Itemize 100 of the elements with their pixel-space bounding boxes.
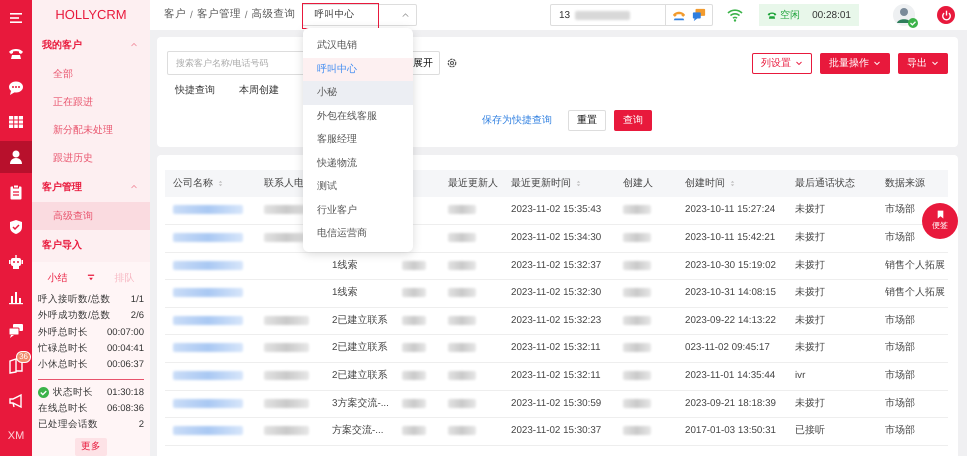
clipboard-icon <box>8 184 24 200</box>
action-button[interactable]: 导出 <box>898 52 948 74</box>
table-cell: 市场部 <box>885 398 915 409</box>
agent-status[interactable]: 空闲 00:28:01 <box>759 4 859 26</box>
breadcrumb-link[interactable]: 客户 <box>164 7 186 23</box>
action-button[interactable]: 列设置 <box>752 52 812 74</box>
blurred-text <box>448 398 476 408</box>
blurred-text <box>448 426 476 436</box>
power-button[interactable] <box>937 6 955 24</box>
table-cell: 未拨打 <box>795 232 825 244</box>
phone-input[interactable]: 13 <box>551 6 575 24</box>
menu-group-title: 客户导入 <box>42 238 82 252</box>
blurred-text <box>173 288 243 298</box>
table-cell: 市场部 <box>885 425 915 436</box>
table-cell: 市场部 <box>885 314 915 326</box>
stat-label: 小休总时长 <box>38 358 88 372</box>
blurred-text <box>173 260 243 270</box>
column-header[interactable]: 创建时间 <box>685 178 725 189</box>
blurred-text <box>264 426 309 436</box>
quick-filter[interactable]: 本周创建 <box>239 83 279 98</box>
stat-label: 呼入接听数/总数 <box>38 292 111 307</box>
power-icon <box>940 10 952 20</box>
stat-value: 1/1 <box>130 292 144 307</box>
stat-value: 00:06:37 <box>107 358 144 372</box>
blurred-text <box>623 205 651 214</box>
table-cell: 2023-11-02 15:34:30 <box>511 232 602 244</box>
check-circle-icon <box>38 387 49 398</box>
blurred-text <box>173 205 243 214</box>
table-cell: 2023-11-02 15:32:11 <box>511 370 601 382</box>
dropdown-option[interactable]: 电信运营商 <box>303 222 413 246</box>
column-header[interactable]: 公司名称 <box>173 178 213 189</box>
menu-group-header[interactable]: 客户管理 <box>32 172 150 202</box>
menu-group-title: 我的客户 <box>42 38 82 52</box>
menu-group-header[interactable]: 我的客户 <box>32 30 150 60</box>
settings-icon <box>446 57 458 69</box>
blurred-text <box>402 288 426 298</box>
table-cell: 2023-10-11 15:27:24 <box>685 204 776 216</box>
breadcrumb-link[interactable]: 客户管理 <box>196 7 241 23</box>
blurred-text <box>623 370 651 380</box>
status-label: 空闲 <box>780 8 800 22</box>
dropdown-option[interactable]: 测试 <box>303 175 413 198</box>
table-cell: 2023-11-02 15:32:37 <box>511 260 602 271</box>
stat-label: 已处理会话数 <box>38 418 98 432</box>
table-cell: 未拨打 <box>795 287 825 298</box>
query-button[interactable]: 查询 <box>614 110 652 131</box>
blurred-text <box>623 288 651 298</box>
table-cell: 2023-11-01 14:35:44 <box>685 370 776 382</box>
table-cell: 未拨打 <box>795 398 825 409</box>
blurred-text <box>173 316 243 325</box>
table-cell: 2023-10-11 15:42:21 <box>685 232 776 244</box>
chat-icon <box>8 80 24 96</box>
blurred-text <box>448 343 476 352</box>
table-cell: 2023-11-02 15:32:30 <box>511 287 602 298</box>
blurred-text <box>448 260 476 270</box>
book-icon <box>8 358 24 374</box>
action-button[interactable]: 批量操作 <box>820 52 890 74</box>
org-select[interactable]: 呼叫中心 <box>302 4 417 26</box>
caret-icon <box>873 59 881 67</box>
quick-filter[interactable]: 快捷查询 <box>175 83 215 98</box>
table-cell: 023-11-02 09:45:17 <box>685 342 770 354</box>
table-cell: 市场部 <box>885 342 915 354</box>
dropdown-option[interactable]: 行业客户 <box>303 198 413 222</box>
summary-tab[interactable]: 小结 <box>47 271 68 286</box>
blurred-text <box>448 205 476 214</box>
table-cell: 2023-10-31 14:08:15 <box>685 287 776 298</box>
menu-icon <box>8 10 24 26</box>
blurred-text <box>575 10 630 20</box>
more-button[interactable]: 更多 <box>75 438 107 456</box>
phone-field[interactable]: 13 <box>550 4 713 26</box>
bookmark-icon <box>936 210 944 219</box>
table-cell: 销售个人拓展 <box>885 260 945 271</box>
person-icon <box>8 149 24 166</box>
column-header[interactable]: 创建人 <box>623 178 653 189</box>
save-query-link[interactable]: 保存为快捷查询 <box>482 113 552 128</box>
megaphone-icon <box>8 393 24 410</box>
table-cell: 未拨打 <box>795 342 825 354</box>
shield-icon <box>8 218 24 235</box>
stat-label: 外呼总时长 <box>38 326 88 340</box>
dropdown-option[interactable]: 客服经理 <box>303 128 413 152</box>
app-logo: HOLLYCRM <box>54 6 128 24</box>
table-cell: 2023-09-22 14:13:22 <box>685 314 776 326</box>
table-cell: 销售个人拓展 <box>885 287 945 298</box>
dropdown-option[interactable]: 小秘 <box>303 81 413 104</box>
menu-group-header[interactable]: 客户导入 <box>32 230 150 260</box>
table-cell: ivr <box>795 370 806 382</box>
breadcrumb-link[interactable]: 高级查询 <box>252 7 296 23</box>
dropdown-option[interactable]: 快递物流 <box>303 152 413 175</box>
blurred-text <box>402 398 426 408</box>
blurred-text <box>264 370 309 380</box>
reset-button[interactable]: 重置 <box>568 110 606 131</box>
caret-icon <box>795 59 803 67</box>
table-cell: 未拨打 <box>795 314 825 326</box>
phone-icon <box>767 10 777 20</box>
stat-label: 状态时长 <box>53 386 93 400</box>
dropdown-option[interactable]: 外包在线客服 <box>303 104 413 128</box>
breadcrumb-separator: / <box>244 8 248 22</box>
blurred-text <box>173 232 243 242</box>
blurred-text <box>623 232 651 242</box>
blurred-text <box>623 343 651 352</box>
blurred-text <box>402 343 426 352</box>
